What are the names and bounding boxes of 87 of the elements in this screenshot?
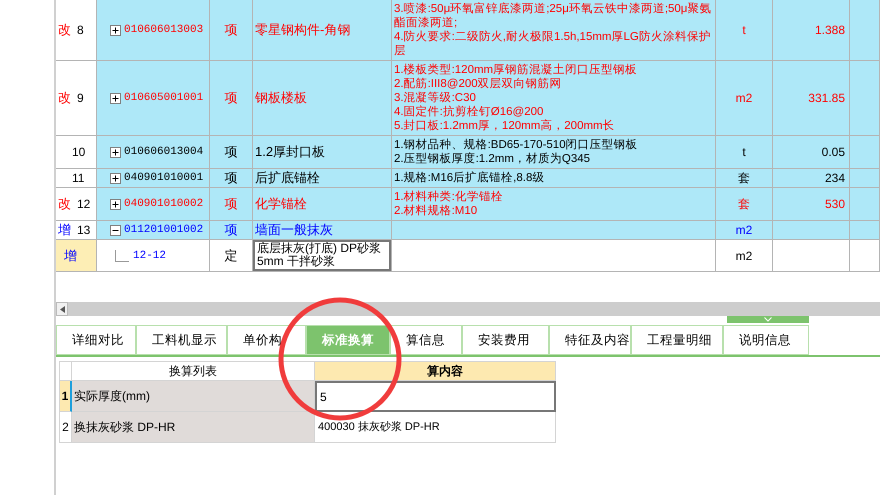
tab[interactable]: 算信息	[390, 325, 462, 355]
tree-connector	[115, 250, 129, 262]
quantity-text: 0.05	[822, 145, 845, 159]
spec-line: 1.材料种类:化学锚栓	[394, 190, 504, 204]
table-cell	[850, 221, 880, 240]
name-text: 钢板楼板	[255, 91, 307, 105]
left-arrow-icon	[60, 306, 64, 312]
row-index: 1	[59, 381, 72, 412]
row-number: 10	[72, 145, 86, 159]
table-cell	[850, 240, 880, 272]
tab[interactable]: 单价构	[227, 325, 306, 355]
expand-icon[interactable]	[110, 172, 121, 184]
type-text: 项	[224, 223, 238, 237]
name-text: 1.2厚封口板	[255, 145, 326, 159]
quantity-text: 1.388	[814, 23, 845, 37]
quantity-text: 530	[824, 197, 845, 211]
expand-icon[interactable]	[110, 92, 121, 104]
tab[interactable]: 特征及内容	[549, 325, 631, 355]
tab[interactable]: 安装费用	[462, 325, 549, 355]
spec-line: 2.材料规格:M10	[394, 204, 478, 218]
quantity-text: 234	[824, 171, 845, 185]
unit-text: m2	[736, 223, 752, 237]
spec-line: 5.封口板:1.2mm厚，120mm高，200mm长	[394, 119, 616, 133]
row-number: 9	[77, 91, 84, 105]
type-text: 项	[224, 197, 238, 211]
quantity-text: 331.85	[808, 91, 845, 105]
unit-text: t	[742, 23, 746, 37]
row-number: 11	[72, 171, 84, 185]
row-number: 12	[77, 197, 90, 211]
splitter-handle[interactable]	[727, 316, 809, 323]
code-text: 010605001001	[124, 91, 204, 105]
tab[interactable]: 工程量明细	[631, 325, 723, 355]
code-text: 010606013003	[124, 23, 204, 37]
unit-text: 套	[738, 197, 750, 211]
change-mark: 改	[58, 23, 71, 37]
row-number: 13	[77, 223, 90, 237]
label-cell: 实际厚度(mm)	[72, 381, 315, 412]
spec-line: 2.配筋:III8@200双层双向钢筋网	[394, 77, 563, 91]
name-text: 墙面一般抹灰	[255, 223, 333, 237]
scroll-left-button[interactable]	[56, 302, 68, 316]
type-text: 项	[224, 171, 238, 185]
change-mark: 增	[58, 223, 71, 237]
spec-line: 1.规格:M16后扩底锚栓,8.8级	[394, 171, 546, 185]
type-text: 项	[224, 23, 238, 37]
unit-text: t	[742, 145, 746, 159]
expand-icon[interactable]	[110, 198, 121, 210]
unit-text: 套	[738, 171, 750, 185]
horizontal-scrollbar[interactable]	[56, 302, 880, 316]
table-cell	[59, 361, 72, 381]
change-mark: 增	[64, 248, 77, 262]
spec-line: 2.压型钢板厚度:1.2mm，材质为Q345	[394, 152, 592, 166]
code-text: 040901010001	[124, 171, 204, 185]
name-text: 零星钢构件-角钢	[255, 23, 350, 37]
name-text: 后扩底锚栓	[255, 171, 320, 185]
code-text: 010606013004	[124, 145, 204, 159]
code-text: 040901010002	[124, 197, 204, 211]
tab[interactable]: 说明信息	[723, 325, 809, 355]
change-mark: 改	[58, 197, 71, 211]
expand-icon[interactable]	[110, 146, 121, 158]
expand-icon[interactable]	[110, 24, 121, 36]
change-mark: 改	[58, 91, 71, 105]
spec-line: 1.钢材品种、规格:BD65-170-510闭口压型钢板	[394, 138, 639, 152]
row-number: 8	[77, 23, 84, 37]
collapse-icon[interactable]	[110, 224, 121, 236]
spec-line: 3.喷漆:50μ环氧富锌底漆两道;25μ环氧云铁中漆两道;50μ聚氨酯面漆两道;	[394, 2, 712, 30]
chevron-down-icon	[764, 317, 772, 322]
column-header: 算内容	[315, 361, 556, 381]
type-text: 定	[224, 248, 238, 262]
spec-line: 3.混凝等级:C30	[394, 91, 477, 105]
name-edit-field[interactable]: 底层抹灰(打底) DP砂浆 5mm 干拌砂浆	[253, 240, 391, 271]
tab[interactable]: 工料机显示	[136, 325, 227, 355]
type-text: 项	[224, 91, 238, 105]
tab[interactable]: 详细对比	[56, 325, 136, 355]
spec-line: 1.楼板类型:120mm厚钢筋混凝土闭口压型钢板	[394, 63, 638, 77]
row-index: 2	[59, 412, 72, 443]
name-text: 化学锚栓	[255, 197, 307, 211]
column-header: 换算列表	[72, 361, 315, 381]
code-text: 12-12	[133, 248, 166, 262]
label-cell: 换抹灰砂浆 DP-HR	[72, 412, 315, 443]
spec-line: 4.固定件:抗剪栓钉Ø16@200	[394, 105, 544, 119]
code-text: 011201001002	[124, 223, 204, 237]
unit-text: m2	[736, 91, 752, 105]
value-cell[interactable]: 400030 抹灰砂浆 DP-HR	[315, 412, 556, 443]
spec-line: 4.防火要求:二级防火,耐火极限1.5h,15mm厚LG防火涂料保护层	[394, 30, 712, 58]
unit-text: m2	[736, 248, 752, 262]
type-text: 项	[224, 145, 238, 159]
value-cell[interactable]: 5	[315, 381, 556, 412]
